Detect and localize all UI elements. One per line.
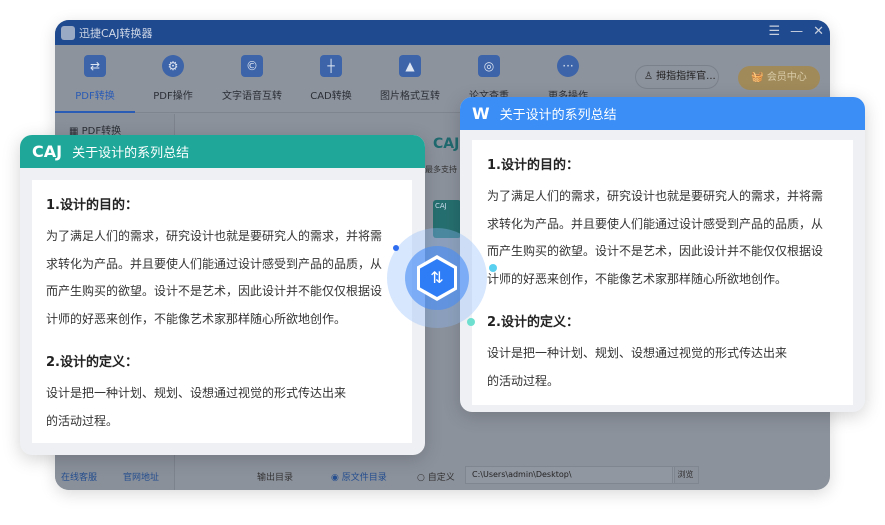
more-icon: ··· — [557, 55, 579, 77]
gear-icon: ⚙ — [162, 55, 184, 77]
title-bar: 迅捷CAJ转换器 ☰ — ✕ — [55, 20, 830, 45]
website-link[interactable]: 官网地址 — [123, 470, 159, 483]
tab-pdf-convert[interactable]: ⇄ PDF转换 — [55, 53, 135, 113]
caj-card-content: 1.设计的目的： 为了满足人们的需求，研究设计也就是要研究人的需求，并将需 求转… — [32, 180, 412, 443]
radio-original-dir[interactable]: ◉ 原文件目录 — [331, 470, 387, 483]
radio-custom-dir[interactable]: ○ 自定义 — [417, 470, 455, 483]
support-text: 最多支持 — [425, 165, 457, 174]
tab-paper-check[interactable]: ◎论文查重 — [449, 53, 529, 102]
radio-label: 原文件目录 — [341, 473, 387, 483]
decor-dot — [393, 245, 399, 251]
vip-label: 会员中心 — [766, 72, 807, 83]
section-heading: 2.设计的定义： — [46, 355, 138, 370]
app-title: 迅捷CAJ转换器 — [79, 26, 153, 40]
user-button[interactable]: ♙ 拇指指挥官... — [635, 65, 719, 89]
paragraph-line: 设计是把一种计划、规划、设想通过视觉的形式传达出来 — [46, 386, 347, 400]
decor-dot — [489, 264, 497, 272]
user-name: 拇指指挥官... — [656, 71, 716, 82]
tab-cad[interactable]: ┼ CAD转换 — [291, 53, 371, 102]
caj-card-header: CAJ 关于设计的系列总结 — [20, 135, 425, 168]
word-logo: W — [472, 104, 490, 123]
tab-label: PDF操作 — [153, 91, 193, 102]
tab-image[interactable]: ▲ 图片格式互转 — [370, 53, 450, 102]
paragraph-line: 的活动过程。 — [487, 373, 560, 388]
caj-document-card: CAJ 关于设计的系列总结 1.设计的目的： 为了满足人们的需求，研究设计也就是… — [20, 135, 425, 455]
word-document-card: W 关于设计的系列总结 1.设计的目的： 为了满足人们的需求，研究设计也就是要研… — [460, 97, 865, 412]
output-dir-label: 输出目录 — [257, 473, 294, 483]
minimize-button[interactable]: — — [790, 24, 803, 39]
paragraph-line: 计师的好恶来创作，不能像艺术家那样随心所欲地创作。 — [46, 311, 347, 326]
online-support-link[interactable]: 在线客服 — [61, 470, 97, 483]
sidebar-item-pdf-convert[interactable]: ▦ PDF转换 — [55, 114, 174, 137]
caj-label: CAJ — [433, 136, 460, 152]
paragraph-line: 设计是把一种计划、规划、设想通过视觉的形式传达出来 — [487, 346, 788, 360]
app-logo-icon — [61, 25, 75, 40]
vip-center-button[interactable]: 🧺 会员中心 — [738, 66, 820, 90]
tab-more[interactable]: ···更多操作 — [528, 53, 608, 102]
caj-card-title: 关于设计的系列总结 — [72, 146, 190, 161]
caj-logo: CAJ — [32, 142, 63, 161]
menu-button[interactable]: ☰ — [768, 24, 780, 39]
cad-icon: ┼ — [320, 55, 342, 77]
paragraph-line: 而产生购买的欲望。设计不是艺术，因此设计并不能仅仅根据设 — [487, 244, 824, 258]
tab-label: CAD转换 — [310, 91, 352, 102]
browse-button[interactable]: 浏览 — [672, 466, 699, 484]
bottom-bar: 在线客服 官网地址 输出目录 ◉ 原文件目录 ○ 自定义 C:\Users\ad… — [55, 460, 830, 490]
close-button[interactable]: ✕ — [813, 24, 824, 39]
output-path-input[interactable]: C:\Users\admin\Desktop\ — [465, 466, 675, 484]
word-card-header: W 关于设计的系列总结 — [460, 97, 865, 130]
audio-icon: © — [241, 55, 263, 77]
decor-dot — [467, 318, 475, 326]
search-doc-icon: ◎ — [478, 55, 500, 77]
user-icon: ♙ — [644, 71, 657, 82]
tab-pdf-ops[interactable]: ⚙ PDF操作 — [133, 53, 213, 102]
section-heading: 1.设计的目的： — [487, 158, 579, 173]
paragraph-line: 为了满足人们的需求，研究设计也就是要研究人的需求，并将需 — [46, 229, 383, 243]
tab-label: 文字语音互转 — [222, 91, 282, 102]
swap-icon: ⇄ — [84, 55, 106, 77]
section-heading: 1.设计的目的： — [46, 198, 138, 213]
basket-icon: 🧺 — [751, 72, 767, 83]
paragraph-line: 计师的好恶来创作，不能像艺术家那样随心所欲地创作。 — [487, 271, 788, 286]
section-heading: 2.设计的定义： — [487, 315, 579, 330]
tab-label: PDF转换 — [75, 91, 115, 102]
tab-text-voice[interactable]: © 文字语音互转 — [212, 53, 292, 102]
tab-label: 图片格式互转 — [380, 91, 440, 102]
word-card-title: 关于设计的系列总结 — [499, 108, 617, 123]
paragraph-line: 求转化为产品。并且要使人们能通过设计感受到产品的品质，从 — [487, 216, 824, 231]
radio-label: 自定义 — [427, 473, 455, 483]
paragraph-line: 而产生购买的欲望。设计不是艺术，因此设计并不能仅仅根据设 — [46, 284, 383, 298]
paragraph-line: 求转化为产品。并且要使人们能通过设计感受到产品的品质，从 — [46, 256, 383, 271]
paragraph-line: 的活动过程。 — [46, 413, 119, 428]
image-icon: ▲ — [399, 55, 421, 77]
paragraph-line: 为了满足人们的需求，研究设计也就是要研究人的需求，并将需 — [487, 189, 824, 203]
word-card-content: 1.设计的目的： 为了满足人们的需求，研究设计也就是要研究人的需求，并将需 求转… — [472, 140, 853, 405]
